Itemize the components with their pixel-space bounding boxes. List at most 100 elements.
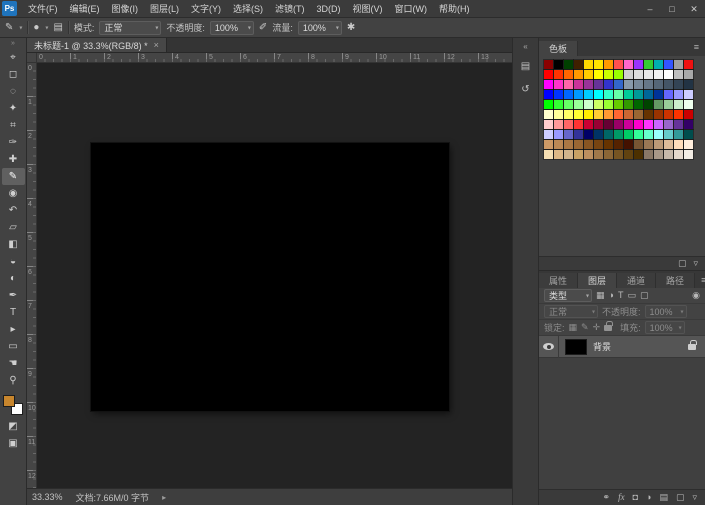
color-swatch[interactable]: [684, 90, 693, 99]
blur-tool[interactable]: ◒: [2, 253, 25, 270]
crop-tool[interactable]: ⌗: [2, 117, 25, 134]
color-swatch[interactable]: [624, 110, 633, 119]
flow-select[interactable]: 100%: [298, 21, 342, 35]
color-swatch[interactable]: [654, 100, 663, 109]
color-swatch[interactable]: [544, 120, 553, 129]
close-button[interactable]: ✕: [683, 0, 705, 18]
filter-type-layers-icon[interactable]: T: [618, 291, 624, 300]
pasteboard[interactable]: [37, 63, 512, 488]
menu-layer[interactable]: 图层(L): [144, 0, 185, 18]
maximize-button[interactable]: □: [661, 0, 683, 18]
color-swatch[interactable]: [604, 90, 613, 99]
color-swatch[interactable]: [674, 130, 683, 139]
color-swatch[interactable]: [684, 150, 693, 159]
color-swatch[interactable]: [574, 60, 583, 69]
layer-filter-toggle[interactable]: ◉: [692, 291, 700, 300]
color-swatch[interactable]: [624, 100, 633, 109]
color-swatch[interactable]: [614, 100, 623, 109]
minimize-button[interactable]: –: [639, 0, 661, 18]
color-swatch[interactable]: [634, 70, 643, 79]
color-swatch[interactable]: [624, 70, 633, 79]
color-swatch[interactable]: [574, 130, 583, 139]
pen-tool[interactable]: ✒: [2, 287, 25, 304]
color-swatch[interactable]: [604, 60, 613, 69]
menu-type[interactable]: 文字(Y): [185, 0, 227, 18]
rectangle-tool[interactable]: ▭: [2, 338, 25, 355]
color-swatch[interactable]: [574, 110, 583, 119]
color-swatch[interactable]: [684, 130, 693, 139]
color-swatch[interactable]: [684, 140, 693, 149]
color-swatch[interactable]: [584, 90, 593, 99]
color-swatch[interactable]: [564, 100, 573, 109]
color-swatch[interactable]: [564, 80, 573, 89]
color-swatch[interactable]: [614, 80, 623, 89]
close-document-icon[interactable]: ×: [154, 40, 159, 50]
color-swatch[interactable]: [544, 80, 553, 89]
canvas[interactable]: [91, 143, 449, 411]
color-swatch[interactable]: [644, 120, 653, 129]
color-swatch[interactable]: [584, 80, 593, 89]
color-swatch[interactable]: [544, 70, 553, 79]
color-swatch[interactable]: [684, 110, 693, 119]
tab-layers[interactable]: 图层: [578, 273, 617, 288]
new-adjustment-layer-icon[interactable]: ◑: [646, 493, 651, 502]
airbrush-toggle-icon[interactable]: ✱: [347, 23, 355, 33]
color-swatch[interactable]: [634, 150, 643, 159]
collapsed-panel-button[interactable]: ▤: [516, 57, 536, 75]
color-swatch[interactable]: [684, 60, 693, 69]
color-swatch[interactable]: [584, 70, 593, 79]
color-swatch[interactable]: [624, 120, 633, 129]
color-swatch[interactable]: [664, 110, 673, 119]
color-swatch[interactable]: [574, 90, 583, 99]
blend-mode-select[interactable]: 正常: [99, 21, 161, 35]
color-swatch[interactable]: [624, 60, 633, 69]
color-swatch[interactable]: [544, 110, 553, 119]
color-swatch[interactable]: [574, 80, 583, 89]
tab-swatches[interactable]: 色板: [539, 41, 578, 56]
color-swatch[interactable]: [584, 140, 593, 149]
hand-tool[interactable]: ☚: [2, 355, 25, 372]
color-swatch[interactable]: [554, 110, 563, 119]
color-swatch[interactable]: [554, 80, 563, 89]
color-swatch[interactable]: [614, 60, 623, 69]
color-swatch[interactable]: [604, 140, 613, 149]
color-swatch[interactable]: [544, 130, 553, 139]
delete-layer-icon[interactable]: ▿: [692, 493, 697, 502]
color-swatch[interactable]: [614, 130, 623, 139]
color-swatch[interactable]: [654, 80, 663, 89]
link-layers-icon[interactable]: ⚭: [603, 493, 611, 502]
color-swatch[interactable]: [594, 70, 603, 79]
color-swatch[interactable]: [664, 100, 673, 109]
menu-edit[interactable]: 编辑(E): [64, 0, 106, 18]
visibility-toggle[interactable]: [539, 336, 559, 358]
filter-pixel-layers-icon[interactable]: ▦: [596, 291, 605, 300]
color-swatch[interactable]: [684, 80, 693, 89]
color-swatch[interactable]: [664, 130, 673, 139]
color-swatch[interactable]: [664, 120, 673, 129]
color-swatch[interactable]: [674, 70, 683, 79]
layer-row-background[interactable]: 背景: [539, 336, 705, 358]
color-swatch[interactable]: [644, 100, 653, 109]
color-swatch[interactable]: [614, 110, 623, 119]
color-swatch[interactable]: [584, 130, 593, 139]
menu-3d[interactable]: 3D(D): [311, 0, 347, 18]
color-swatch[interactable]: [554, 130, 563, 139]
zoom-level-field[interactable]: 33.33%: [32, 492, 63, 502]
layer-effects-icon[interactable]: fx: [618, 493, 625, 502]
color-swatch[interactable]: [644, 110, 653, 119]
color-swatch[interactable]: [644, 60, 653, 69]
color-swatch[interactable]: [674, 90, 683, 99]
color-swatch[interactable]: [594, 150, 603, 159]
color-swatch[interactable]: [544, 140, 553, 149]
color-swatch[interactable]: [554, 120, 563, 129]
color-swatch[interactable]: [594, 100, 603, 109]
panel-menu-icon[interactable]: ≡: [695, 275, 705, 285]
color-swatch[interactable]: [574, 150, 583, 159]
color-swatch[interactable]: [574, 100, 583, 109]
color-swatch[interactable]: [544, 150, 553, 159]
color-swatch[interactable]: [604, 110, 613, 119]
color-swatch[interactable]: [604, 120, 613, 129]
tab-channels[interactable]: 通道: [617, 273, 656, 288]
color-swatch[interactable]: [604, 80, 613, 89]
color-swatch[interactable]: [674, 80, 683, 89]
